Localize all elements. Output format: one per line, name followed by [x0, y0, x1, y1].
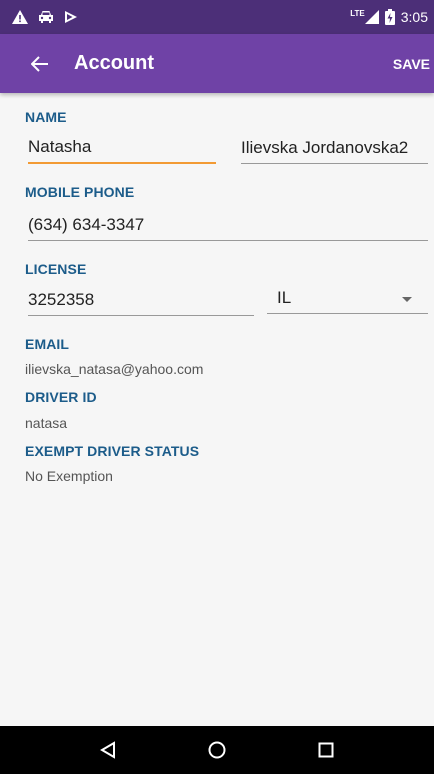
license-state-select[interactable]: IL — [267, 284, 428, 314]
status-left-icons — [12, 10, 78, 24]
last-name-input[interactable]: Ilievska Jordanovska2 — [241, 134, 428, 164]
battery-icon — [384, 9, 395, 25]
email-label: EMAIL — [25, 336, 70, 352]
status-right-icons: LTE 3:05 — [350, 9, 428, 25]
signal-icon: LTE — [350, 8, 379, 24]
nav-home-button[interactable] — [187, 726, 247, 774]
play-icon — [64, 10, 78, 24]
save-button[interactable]: SAVE — [385, 34, 434, 93]
back-button[interactable] — [12, 34, 68, 93]
triangle-back-icon — [100, 741, 116, 759]
clock-text: 3:05 — [400, 9, 428, 25]
exempt-status-value: No Exemption — [25, 468, 113, 484]
first-name-input[interactable]: Natasha — [28, 134, 216, 164]
dropdown-arrow-icon — [402, 297, 412, 302]
nav-back-button[interactable] — [78, 726, 138, 774]
exempt-status-label: EXEMPT DRIVER STATUS — [25, 443, 200, 459]
license-number-input[interactable]: 3252358 — [28, 286, 254, 316]
car-icon — [38, 10, 54, 24]
status-bar: LTE 3:05 — [0, 0, 434, 34]
license-state-value: IL — [277, 288, 292, 307]
square-recents-icon — [318, 742, 334, 758]
driver-id-value: natasa — [25, 415, 68, 431]
license-label: LICENSE — [25, 261, 87, 277]
arrow-left-icon — [31, 55, 48, 72]
network-label: LTE — [350, 8, 365, 18]
mobile-phone-input[interactable]: (634) 634-3347 — [28, 211, 428, 241]
circle-home-icon — [208, 741, 226, 759]
page-title: Account — [74, 52, 154, 74]
name-label: NAME — [25, 109, 67, 125]
driver-id-label: DRIVER ID — [25, 389, 97, 405]
navigation-bar — [0, 726, 434, 774]
nav-recents-button[interactable] — [296, 726, 356, 774]
warning-icon — [12, 10, 28, 24]
app-bar: Account SAVE — [0, 34, 434, 93]
email-value: ilievska_natasa@yahoo.com — [25, 361, 204, 377]
account-screen: LTE 3:05 Account SAVE NAME Natasha Iliev… — [0, 0, 434, 774]
mobile-phone-label: MOBILE PHONE — [25, 184, 135, 200]
